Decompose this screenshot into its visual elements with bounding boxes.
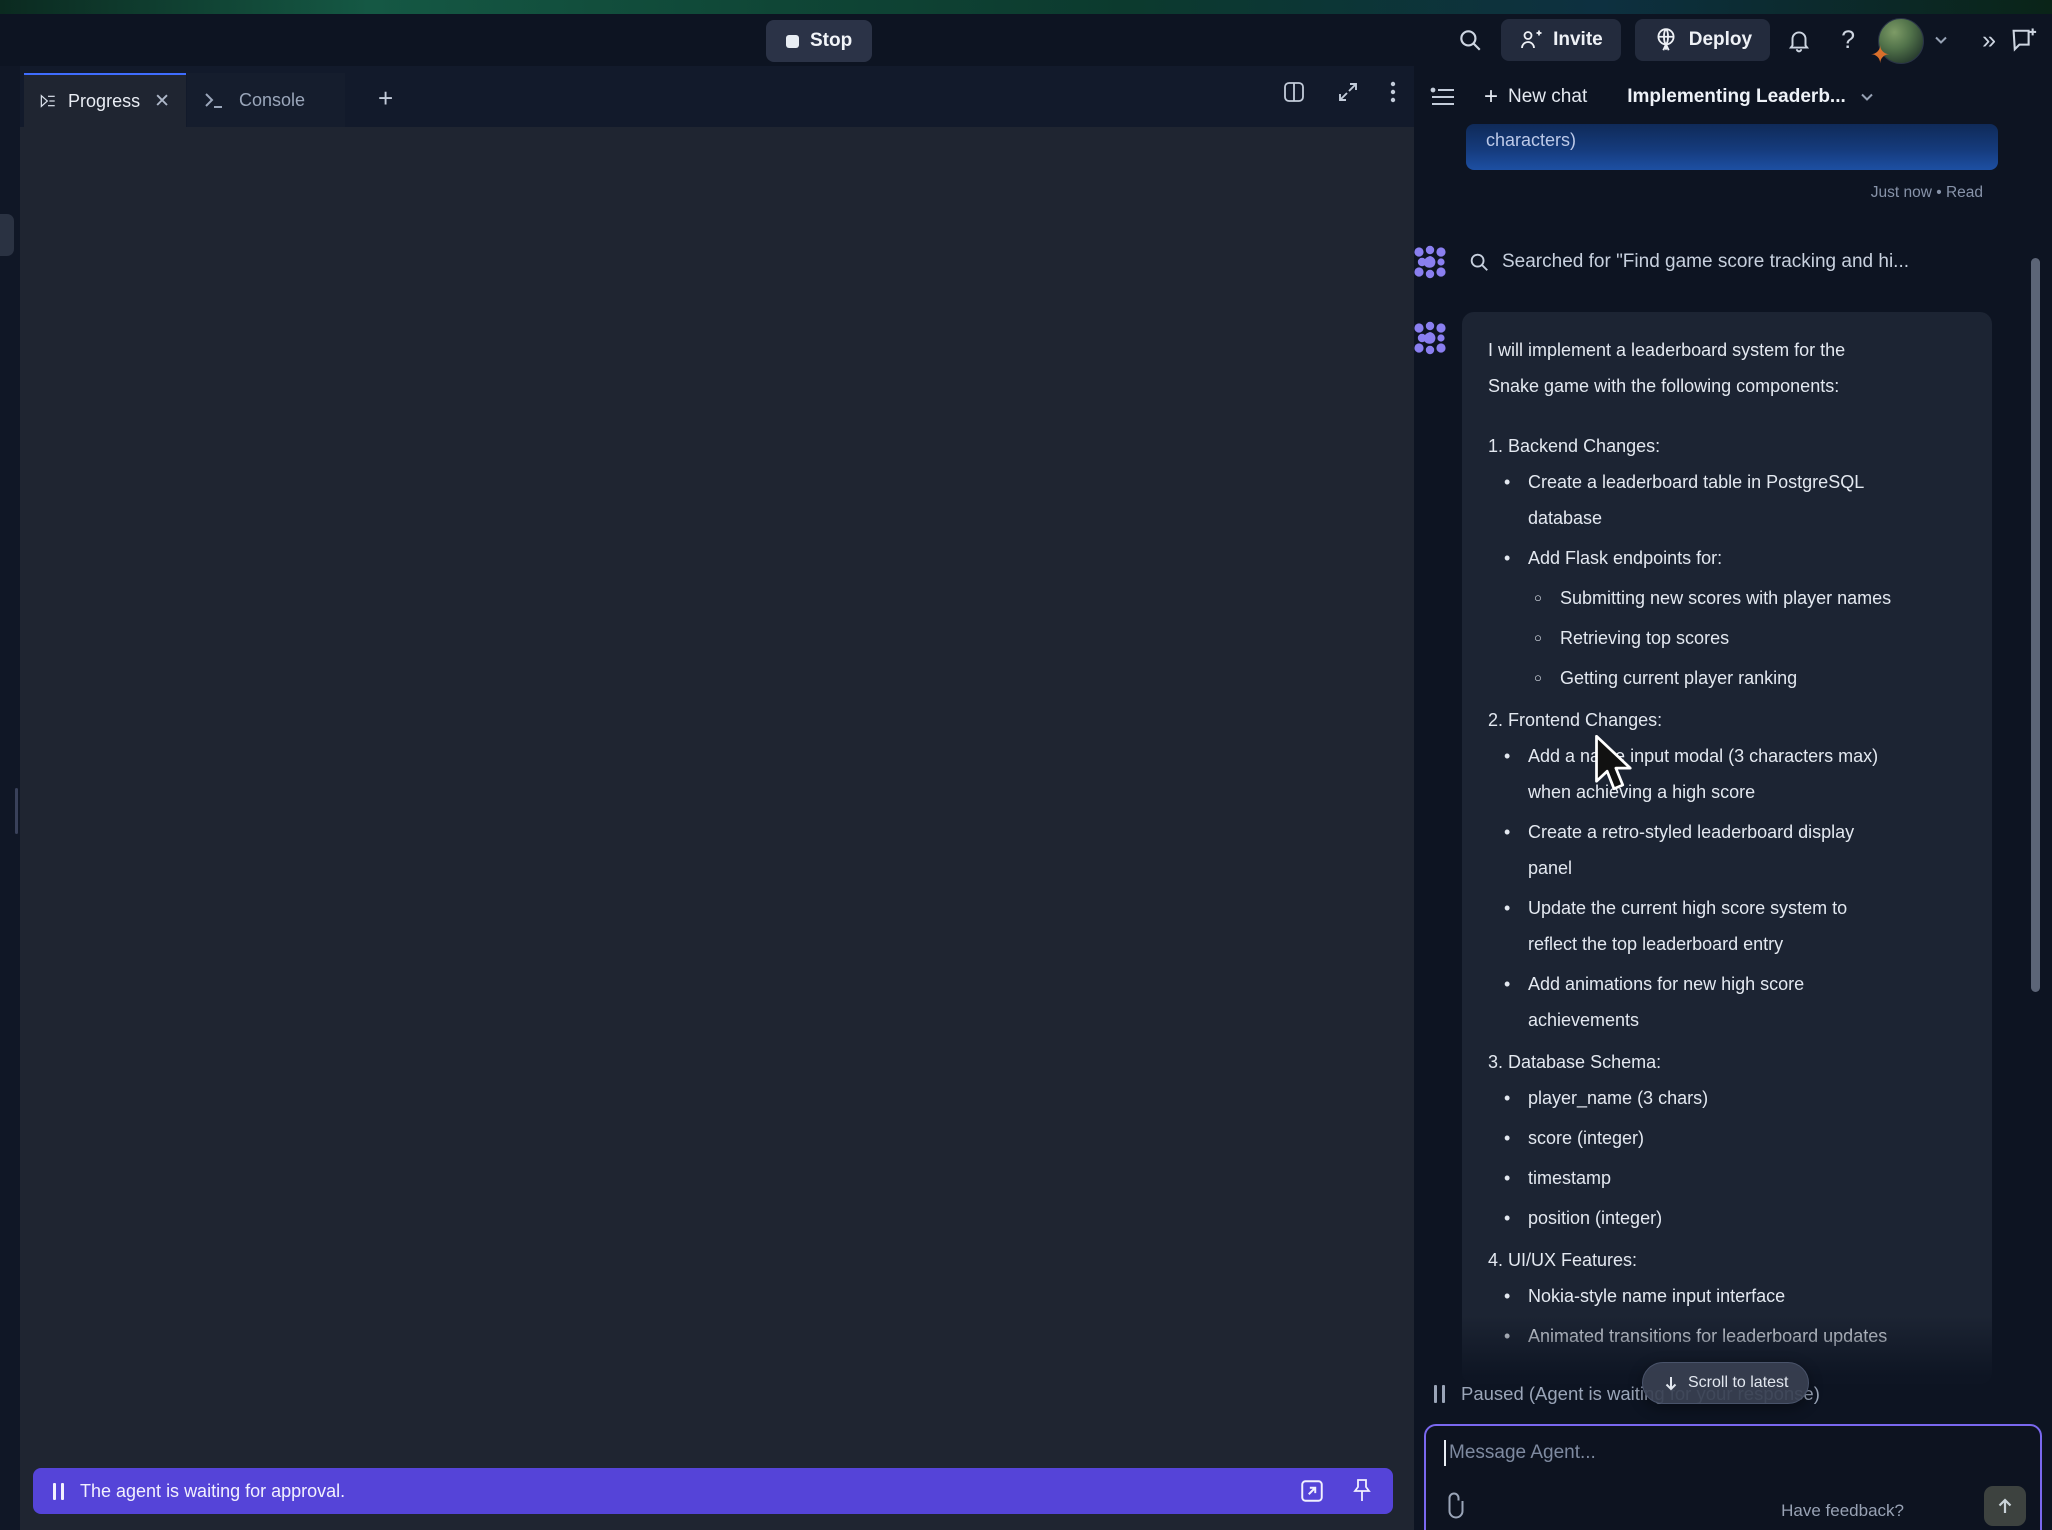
desktop-wallpaper-strip [0,0,2052,14]
search-icon[interactable] [1447,27,1493,53]
message-item: timestamp [1502,1160,1966,1196]
message-section-title: 4. UI/UX Features: [1488,1242,1966,1278]
help-icon[interactable]: ? [1828,26,1868,55]
sidebar-resize-handle[interactable] [15,788,18,834]
user-message-text: characters) [1486,130,1576,151]
agent-chat-panel: + New chat Implementing Leaderb... chara… [1414,66,2052,1530]
message-item: player_name (3 chars) [1502,1080,1966,1116]
chevron-down-icon [1860,92,1874,102]
tab-label: Console [239,90,305,111]
new-chat-label: New chat [1508,86,1587,108]
invite-button[interactable]: Invite [1501,19,1621,61]
topbar-right-cluster: Invite Deploy ? ✦ » [1447,14,2052,66]
message-item: Update the current high score system tor… [1502,890,1966,962]
new-chat-button[interactable]: + New chat [1478,84,1593,110]
input-toolbar: Have feedback? [1426,1484,2040,1530]
new-thread-icon[interactable] [1996,26,2052,54]
collapsed-sidebar-strip [0,66,20,1530]
message-subitem: Getting current player ranking [1534,660,1966,696]
agent-search-event[interactable]: Searched for "Find game score tracking a… [1414,244,2052,280]
session-dropdown[interactable]: Implementing Leaderb... [1621,85,1880,109]
message-item: Animated transitions for leaderboard upd… [1502,1318,1966,1354]
replit-workspace-window: Stop Invite Deploy ? ✦ [0,0,2052,1530]
stop-icon [786,35,799,48]
session-title: Implementing Leaderb... [1627,86,1846,108]
top-bar: Stop Invite Deploy ? ✦ [0,14,2052,66]
stop-button[interactable]: Stop [766,20,872,62]
message-subitem: Retrieving top scores [1534,620,1966,656]
agent-message-card: I will implement a leaderboard system fo… [1462,312,1992,1384]
message-item: position (integer) [1502,1200,1966,1236]
collapse-panel-icon[interactable]: » [1982,28,1996,53]
scroll-to-latest-button[interactable]: Scroll to latest [1642,1362,1809,1404]
tab-progress[interactable]: Progress ✕ [24,73,186,127]
search-icon [1468,251,1490,273]
message-meta: Just now • Read [1871,184,1983,202]
message-section-title: 3. Database Schema: [1488,1044,1966,1080]
scroll-to-latest-label: Scroll to latest [1688,1374,1788,1392]
plus-icon: + [1484,85,1498,109]
input-text-line: Message Agent... [1444,1440,1596,1466]
message-item: Add animations for new high scoreachieve… [1502,966,1966,1038]
message-input[interactable]: Message Agent... Have feedback? [1424,1424,2042,1530]
deploy-label: Deploy [1689,29,1752,51]
open-in-pane-icon[interactable] [1299,1478,1325,1504]
pane-controls [1282,80,1396,104]
attachment-paperclip-icon[interactable] [1442,1492,1466,1520]
approval-banner-text: The agent is waiting for approval. [80,1481,345,1502]
send-button[interactable] [1984,1486,2026,1526]
pin-icon[interactable] [1351,1478,1373,1504]
tab-label: Progress [68,91,140,112]
agent-avatar-icon [1412,244,1448,280]
message-item: Nokia-style name input interface [1502,1278,1966,1314]
stop-label: Stop [810,30,852,52]
have-feedback-link[interactable]: Have feedback? [1775,1500,1910,1522]
sidebar-expand-handle[interactable] [0,214,14,256]
terminal-icon [203,90,227,110]
notifications-bell-icon[interactable] [1770,27,1828,53]
input-placeholder: Message Agent... [1449,1442,1596,1464]
message-item: Add a name input modal (3 characters max… [1502,738,1966,810]
message-item: score (integer) [1502,1120,1966,1156]
workspace-panel: Progress ✕ Console + [20,66,1414,1530]
progress-pane-body: The agent is waiting for approval. [20,127,1414,1530]
user-message-bubble: characters) [1466,124,1998,170]
pane-tab-bar: Progress ✕ Console + [20,66,1414,127]
split-view-icon[interactable] [1282,80,1306,104]
pause-icon [1434,1385,1445,1403]
message-item: Create a leaderboard table in PostgreSQL… [1502,464,1966,536]
arrow-up-icon [1995,1496,2015,1516]
invite-label: Invite [1553,29,1603,51]
new-tab-button[interactable]: + [372,84,399,112]
message-section-title: 2. Frontend Changes: [1488,702,1966,738]
account-menu[interactable]: ✦ [1878,18,1922,62]
pause-icon [53,1483,64,1500]
chat-history-icon[interactable] [1430,86,1456,108]
sparkle-badge-icon: ✦ [1870,44,1890,68]
kebab-menu-icon[interactable] [1390,80,1396,104]
arrow-down-icon [1663,1375,1679,1391]
progress-icon [40,90,56,112]
chevron-down-icon[interactable] [1934,35,1948,45]
message-subitem: Submitting new scores with player names [1534,580,1966,616]
approval-banner[interactable]: The agent is waiting for approval. [33,1468,1393,1514]
search-event-text: Searched for "Find game score tracking a… [1502,251,1909,273]
deploy-icon [1653,27,1679,53]
chat-scrollbar-thumb[interactable] [2031,258,2040,992]
message-item: Add Flask endpoints for: [1502,540,1966,576]
deploy-button[interactable]: Deploy [1635,19,1770,61]
message-item: Create a retro-styled leaderboard displa… [1502,814,1966,886]
text-caret [1444,1440,1446,1466]
message-intro-line: Snake game with the following components… [1488,368,1966,404]
message-sections: 1. Backend Changes:Create a leaderboard … [1488,428,1966,1354]
message-intro-line: I will implement a leaderboard system fo… [1488,332,1966,368]
agent-avatar-icon [1412,320,1448,356]
expand-pane-icon[interactable] [1336,80,1360,104]
message-section-title: 1. Backend Changes: [1488,428,1966,464]
chat-header: + New chat Implementing Leaderb... [1414,66,2052,127]
person-plus-icon [1519,28,1543,52]
close-icon[interactable]: ✕ [154,92,170,111]
message-intro: I will implement a leaderboard system fo… [1488,332,1966,404]
tab-console[interactable]: Console [187,73,345,127]
